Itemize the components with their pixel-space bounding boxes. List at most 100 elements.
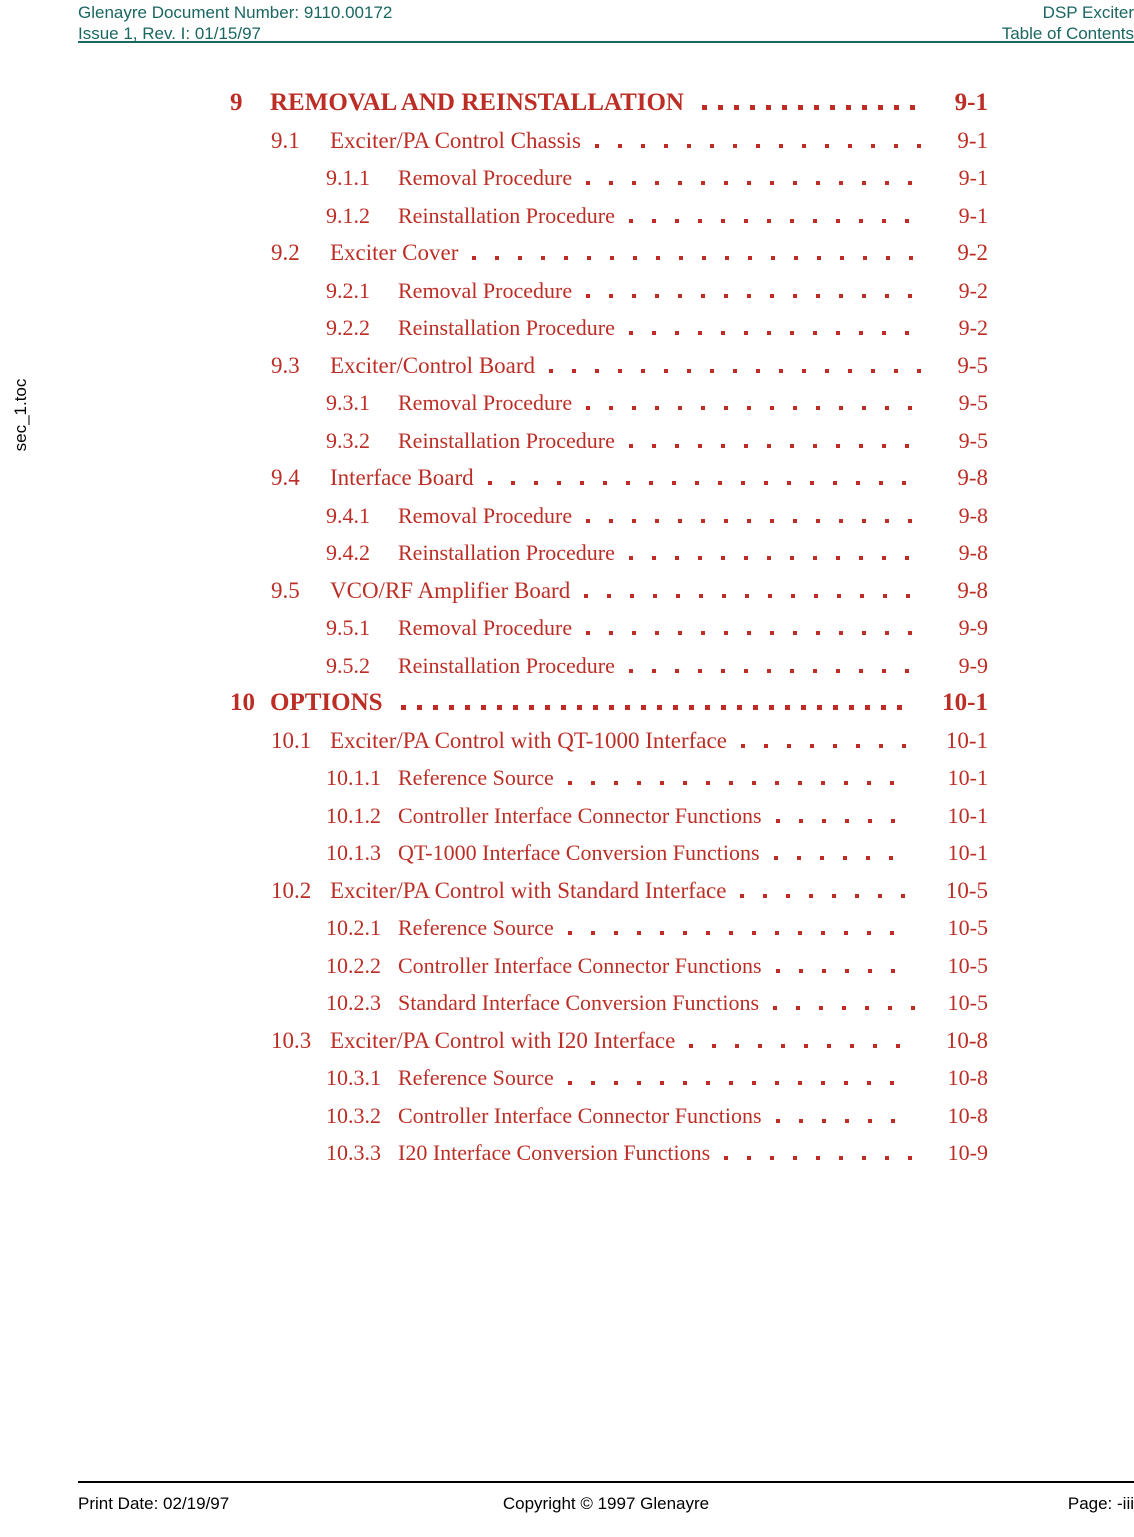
toc-entry-page-number: 10-5 <box>947 990 988 1015</box>
toc-entry-number: 10.2.2 <box>326 952 381 978</box>
toc-entry-level-3[interactable]: 10.1.2 Controller Interface Connector Fun… <box>0 801 1134 831</box>
toc-dot-leader <box>568 913 934 943</box>
toc-entry-title: Exciter/PA Control with QT-1000 Interfac… <box>330 727 727 753</box>
toc-dot-leader <box>776 1101 934 1131</box>
toc-entry-level-3[interactable]: 10.1.3 QT-1000 Interface Conversion Funct… <box>0 838 1134 868</box>
toc-entry-title: REMOVAL AND REINSTALLATION <box>270 89 684 116</box>
toc-entry-number: 10.1.3 <box>326 840 381 865</box>
toc-entry-title: Removal Procedure <box>398 615 573 640</box>
toc-entry-title: Controller Interface Connector Functions <box>398 1102 762 1128</box>
toc-entry-level-3[interactable]: 9.3.1 Removal Procedure 9-5 <box>0 388 1134 418</box>
toc-entry-page-number: 9-2 <box>958 277 988 303</box>
toc-dot-leader <box>472 238 943 268</box>
toc-entry-page-number: 10-8 <box>945 1027 988 1053</box>
toc-dot-leader <box>586 613 945 643</box>
toc-dot-leader <box>586 388 945 418</box>
toc-entry-title: Removal Procedure <box>398 502 573 528</box>
toc-entry-page-number: 10-5 <box>947 915 988 940</box>
toc-entry-level-3[interactable]: 9.2.2 Reinstallation Procedure 9-2 <box>0 313 1134 343</box>
toc-entry-level-3[interactable]: 10.3.3 I20 Interface Conversion Functions… <box>0 1138 1134 1168</box>
toc-entry-number: 9.1 <box>271 127 300 153</box>
toc-entry-page-number: 9-1 <box>958 202 988 228</box>
toc-entry-title: Interface Board <box>330 465 474 490</box>
toc-dot-leader <box>776 801 934 831</box>
toc-entry-page-number: 9-5 <box>958 427 988 453</box>
toc-entry-page-number: 9-8 <box>957 577 988 603</box>
toc-entry-number: 10.3.2 <box>326 1102 381 1128</box>
toc-entry-level-3[interactable]: 9.2.1 Removal Procedure 9-2 <box>0 276 1134 306</box>
toc-entry-number: 10.2.3 <box>326 990 381 1015</box>
toc-entry-page-number: 9-8 <box>958 540 988 565</box>
toc-entry-level-2[interactable]: 9.4 Interface Board 9-8 <box>0 463 1134 493</box>
toc-entry-level-3[interactable]: 10.2.1 Reference Source 10-5 <box>0 913 1134 943</box>
toc-entry-level-3[interactable]: 10.3.2 Controller Interface Connector Fun… <box>0 1101 1134 1131</box>
toc-entry-level-2[interactable]: 9.3 Exciter/Control Board 9-5 <box>0 351 1134 381</box>
toc-entry-level-3[interactable]: 10.1.1 Reference Source 10-1 <box>0 763 1134 793</box>
toc-entry-level-3[interactable]: 9.1.1 Removal Procedure 9-1 <box>0 163 1134 193</box>
toc-entry-title: Removal Procedure <box>398 390 573 415</box>
toc-entry-number: 9.4 <box>271 465 300 490</box>
toc-dot-leader <box>740 876 932 906</box>
toc-entry-title: Exciter/Control Board <box>330 352 536 378</box>
toc-entry-level-3[interactable]: 9.4.1 Removal Procedure 9-8 <box>0 501 1134 531</box>
toc-entry-number: 9.3.2 <box>326 427 370 453</box>
toc-entry-level-3[interactable]: 9.5.2 Reinstallation Procedure 9-9 <box>0 651 1134 681</box>
toc-dot-leader <box>629 313 945 343</box>
toc-entry-number: 10.1.1 <box>326 765 381 790</box>
toc-entry-page-number: 9-2 <box>958 315 988 340</box>
toc-entry-level-3[interactable]: 10.3.1 Reference Source 10-8 <box>0 1063 1134 1093</box>
toc-entry-level-1[interactable]: 9 REMOVAL AND REINSTALLATION 9-1 <box>0 88 1134 118</box>
toc-entry-number: 10 <box>230 689 255 716</box>
toc-dot-leader <box>724 1138 934 1168</box>
toc-entry-title: Exciter/PA Control with Standard Interfa… <box>330 877 727 903</box>
toc-entry-title: Reinstallation Procedure <box>398 652 615 678</box>
toc-entry-level-3[interactable]: 9.5.1 Removal Procedure 9-9 <box>0 613 1134 643</box>
toc-entry-page-number: 9-9 <box>958 615 988 640</box>
toc-entry-title: Reinstallation Procedure <box>398 202 615 228</box>
toc-entry-level-2[interactable]: 9.2 Exciter Cover 9-2 <box>0 238 1134 268</box>
header-document-number: Glenayre Document Number: 9110.00172 <box>78 3 393 22</box>
toc-entry-number: 9.5.1 <box>326 615 370 640</box>
toc-dot-leader <box>586 163 945 193</box>
toc-entry-level-3[interactable]: 10.2.3 Standard Interface Conversion Func… <box>0 988 1134 1018</box>
toc-entry-number: 9.2.1 <box>326 277 370 303</box>
toc-entry-level-2[interactable]: 10.2 Exciter/PA Control with Standard Int… <box>0 876 1134 906</box>
toc-dot-leader <box>586 501 945 531</box>
toc-entry-level-3[interactable]: 9.3.2 Reinstallation Procedure 9-5 <box>0 426 1134 456</box>
toc-entry-title: VCO/RF Amplifier Board <box>330 577 571 603</box>
toc-entry-page-number: 10-8 <box>947 1065 988 1090</box>
toc-entry-level-3[interactable]: 9.1.2 Reinstallation Procedure 9-1 <box>0 201 1134 231</box>
toc-entry-level-2[interactable]: 9.5 VCO/RF Amplifier Board 9-8 <box>0 576 1134 606</box>
toc-entry-number: 10.1.2 <box>326 802 381 828</box>
header-right-block: DSP Exciter Table of Contents <box>1002 2 1134 44</box>
toc-entry-page-number: 10-1 <box>945 727 988 753</box>
toc-dot-leader <box>776 951 934 981</box>
toc-dot-leader <box>629 426 945 456</box>
toc-entry-title: Removal Procedure <box>398 277 573 303</box>
toc-entry-title: Standard Interface Conversion Functions <box>398 990 760 1015</box>
toc-entry-title: Removal Procedure <box>398 165 573 190</box>
toc-entry-number: 9.3.1 <box>326 390 370 415</box>
toc-entry-page-number: 10-5 <box>945 877 988 903</box>
toc-entry-level-2[interactable]: 10.3 Exciter/PA Control with I20 Interfac… <box>0 1026 1134 1056</box>
toc-entry-number: 9.1.2 <box>326 202 370 228</box>
header-product-name: DSP Exciter <box>1042 3 1134 22</box>
toc-entry-level-1[interactable]: 10 OPTIONS 10-1 <box>0 688 1134 718</box>
toc-entry-page-number: 10-1 <box>942 689 988 716</box>
toc-entry-title: Reference Source <box>398 1065 554 1090</box>
toc-dot-leader <box>568 1063 934 1093</box>
page-footer: Print Date: 02/19/97 Copyright © 1997 Gl… <box>78 1492 1134 1520</box>
toc-entry-level-3[interactable]: 10.2.2 Controller Interface Connector Fun… <box>0 951 1134 981</box>
toc-entry-title: QT-1000 Interface Conversion Functions <box>398 840 760 865</box>
toc-entry-title: I20 Interface Conversion Functions <box>398 1140 711 1165</box>
toc-entry-number: 9.1.1 <box>326 165 370 190</box>
toc-entry-level-3[interactable]: 9.4.2 Reinstallation Procedure 9-8 <box>0 538 1134 568</box>
toc-entry-number: 9.5.2 <box>326 652 370 678</box>
footer-copyright: Copyright © 1997 Glenayre <box>502 1494 710 1513</box>
toc-dot-leader <box>584 576 943 606</box>
toc-entry-level-2[interactable]: 10.1 Exciter/PA Control with QT-1000 Inte… <box>0 726 1134 756</box>
toc-entry-title: Exciter/PA Control with I20 Interface <box>330 1027 676 1053</box>
toc-entry-page-number: 9-1 <box>958 165 988 190</box>
toc-dot-leader <box>629 201 945 231</box>
toc-entry-level-2[interactable]: 9.1 Exciter/PA Control Chassis 9-1 <box>0 126 1134 156</box>
